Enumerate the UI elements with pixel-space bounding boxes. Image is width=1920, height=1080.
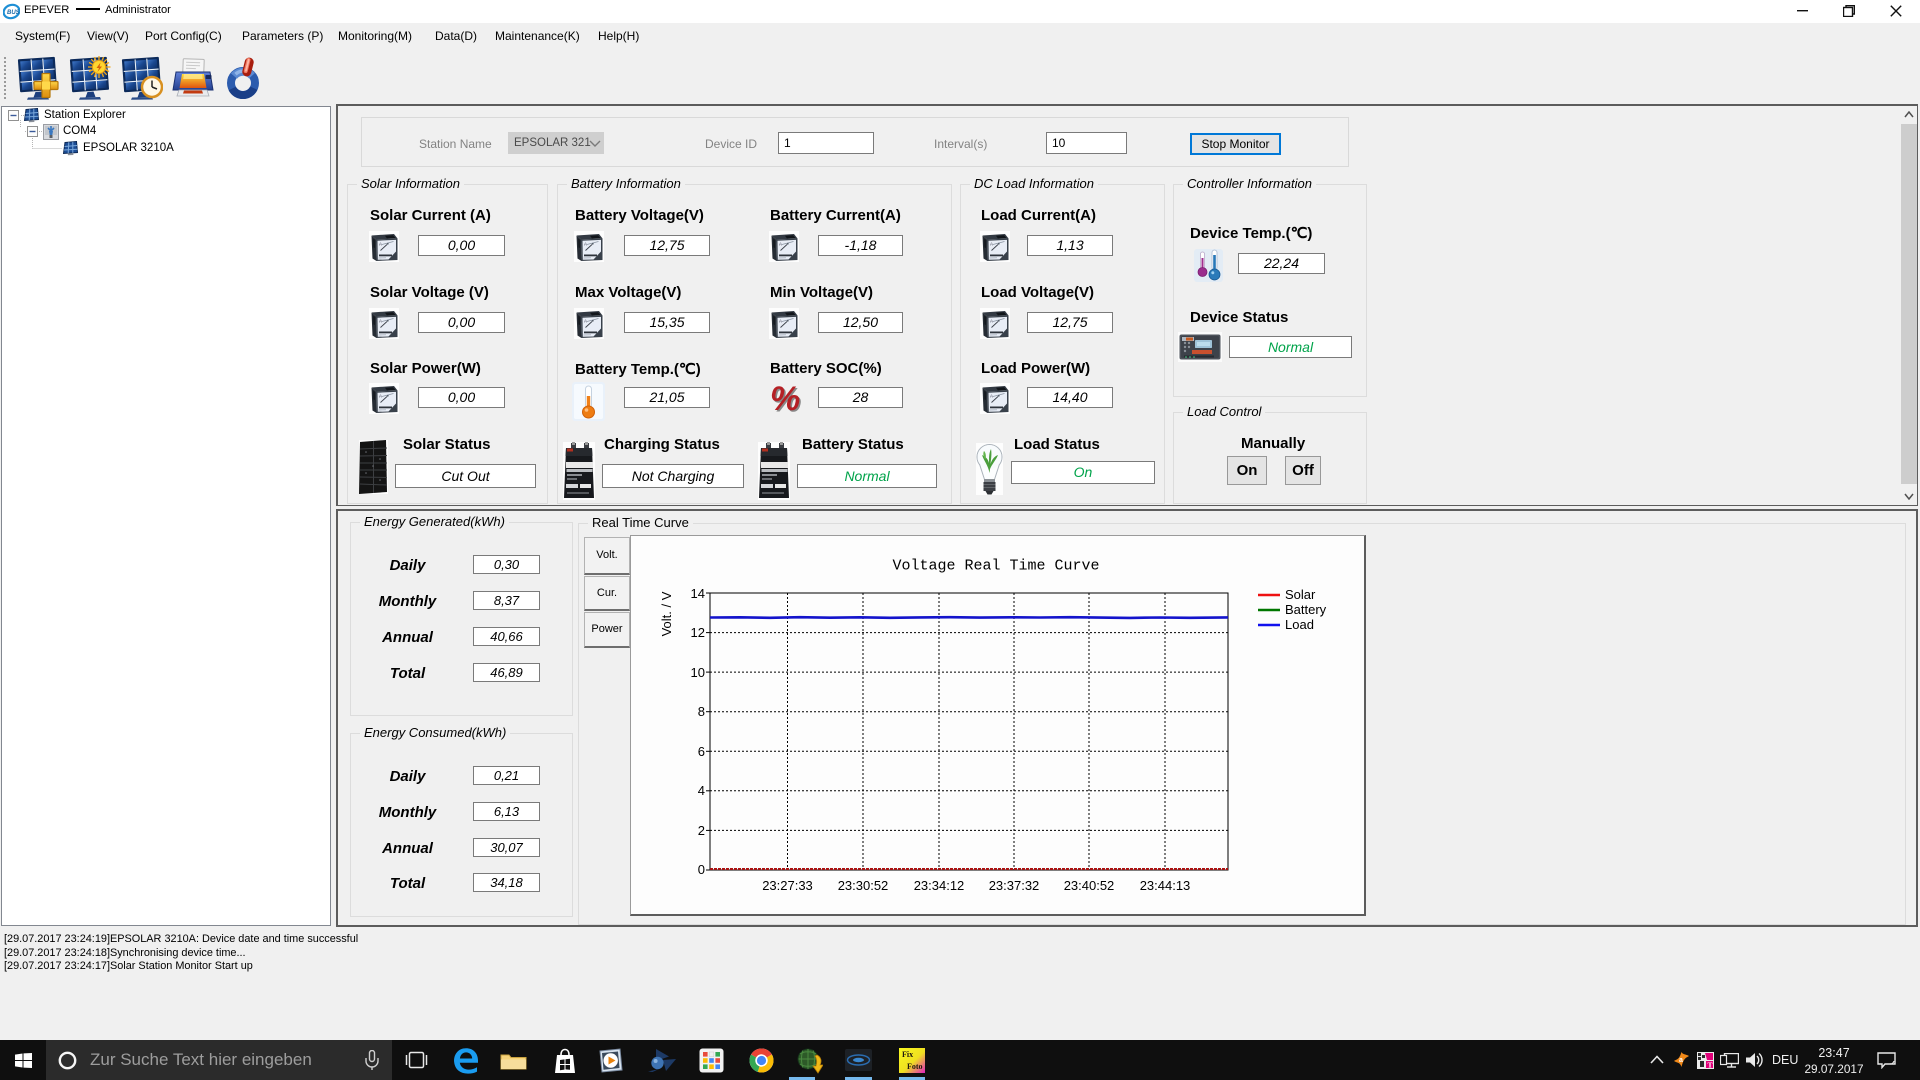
svg-text:12: 12 <box>691 625 705 640</box>
svg-text:14: 14 <box>691 586 705 601</box>
svg-text:23:34:12: 23:34:12 <box>914 878 965 893</box>
svg-text:Foto: Foto <box>907 1062 923 1071</box>
svg-text:0: 0 <box>698 862 705 877</box>
svg-text:2: 2 <box>698 823 705 838</box>
svg-text:Load: Load <box>1285 617 1314 632</box>
svg-text:Solar: Solar <box>1285 587 1316 602</box>
svg-text:23:37:32: 23:37:32 <box>989 878 1040 893</box>
svg-text:BUS: BUS <box>7 10 20 16</box>
svg-text:10: 10 <box>691 665 705 680</box>
svg-text:23:27:33: 23:27:33 <box>762 878 813 893</box>
svg-text:Volt. / V: Volt. / V <box>659 591 674 636</box>
svg-text:6: 6 <box>698 744 705 759</box>
svg-text:23:30:52: 23:30:52 <box>838 878 889 893</box>
svg-text:8: 8 <box>698 704 705 719</box>
svg-text:23:44:13: 23:44:13 <box>1140 878 1191 893</box>
svg-text:T: T <box>1708 1061 1713 1070</box>
svg-text:Battery: Battery <box>1285 602 1327 617</box>
svg-text:Fix: Fix <box>902 1050 913 1059</box>
svg-text:Voltage Real Time Curve: Voltage Real Time Curve <box>892 558 1099 575</box>
svg-text:a: a <box>1679 1057 1683 1064</box>
svg-text:23:40:52: 23:40:52 <box>1064 878 1115 893</box>
svg-text:4: 4 <box>698 783 705 798</box>
